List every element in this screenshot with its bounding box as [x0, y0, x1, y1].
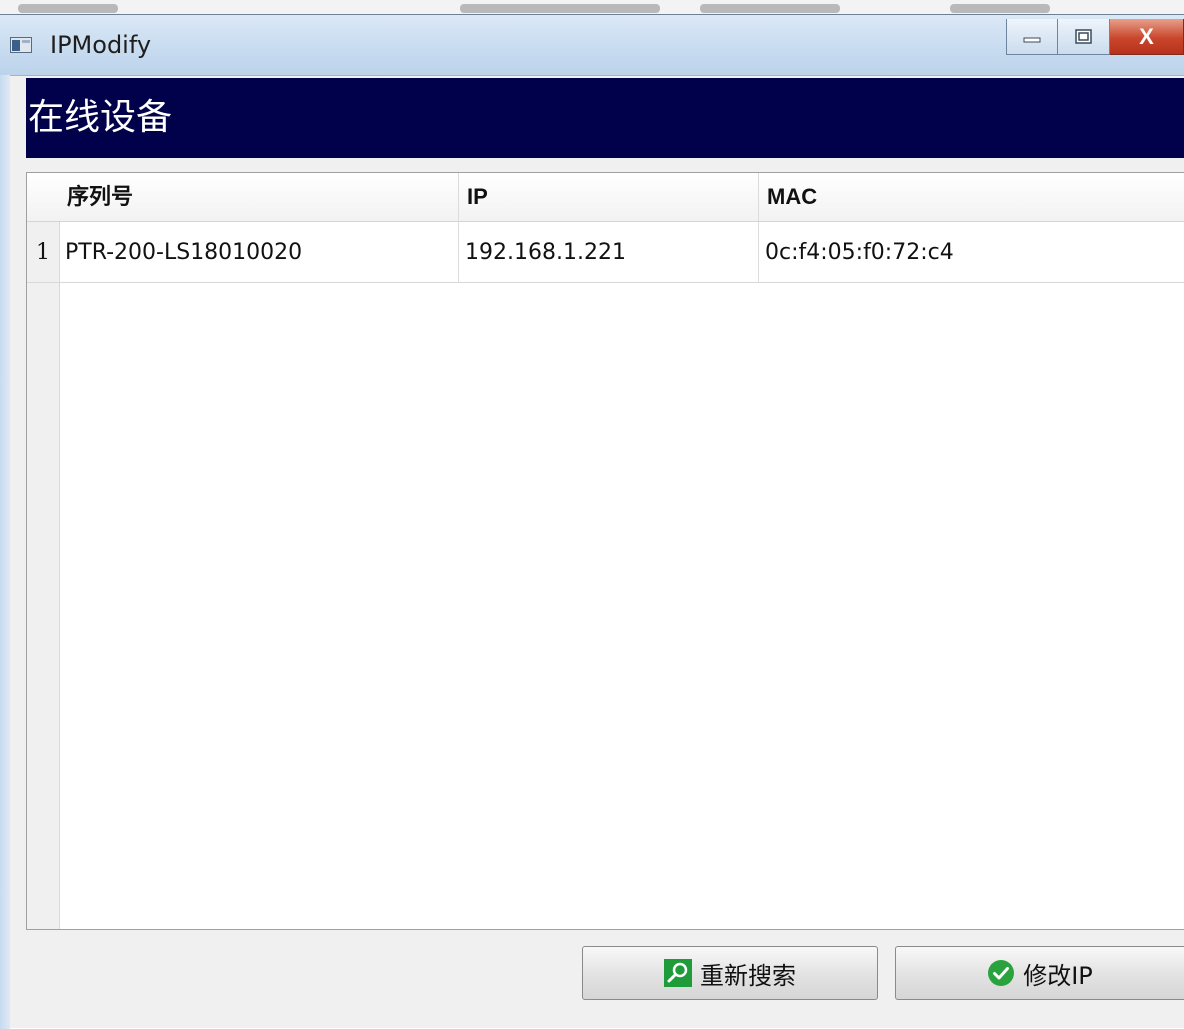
column-header-ip[interactable]: IP [459, 173, 759, 221]
close-button[interactable]: X [1110, 19, 1184, 55]
column-header-mac[interactable]: MAC [759, 173, 1184, 221]
online-devices-header: 在线设备 [26, 78, 1184, 158]
check-circle-icon [988, 960, 1015, 986]
window-title: IPModify [50, 31, 152, 59]
window-frame-left [0, 75, 10, 1029]
cell-ip[interactable]: 192.168.1.221 [459, 222, 759, 282]
row-number: 1 [36, 240, 50, 265]
research-button-label: 重新搜索 [700, 961, 796, 990]
cell-mac[interactable]: 0c:f4:05:f0:72:c4 [759, 222, 1184, 282]
modify-ip-button[interactable]: 修改IP [895, 946, 1184, 1000]
minimize-button[interactable] [1006, 19, 1058, 55]
table-row[interactable]: 1 PTR-200-LS18010020 192.168.1.221 0c:f4… [27, 222, 1184, 283]
modify-ip-button-label: 修改IP [1023, 961, 1093, 990]
column-header-serial[interactable]: 序列号 [59, 173, 459, 221]
table-header: 序列号 IP MAC [27, 173, 1184, 222]
row-header-column [27, 173, 60, 929]
maximize-button[interactable] [1058, 19, 1110, 55]
app-window-icon [10, 37, 32, 53]
maximize-icon [1074, 28, 1092, 44]
close-icon: X [1139, 23, 1154, 49]
search-icon [664, 959, 692, 987]
research-button[interactable]: 重新搜索 [582, 946, 878, 1000]
minimize-icon [1023, 37, 1041, 42]
page-title: 在线设备 [28, 97, 173, 138]
caption-buttons: X [1006, 19, 1184, 59]
cell-serial[interactable]: PTR-200-LS18010020 [59, 222, 459, 282]
device-table[interactable]: 序列号 IP MAC 1 PTR-200-LS18010020 192.168.… [26, 172, 1184, 930]
title-bar[interactable]: IPModify X [0, 15, 1184, 76]
